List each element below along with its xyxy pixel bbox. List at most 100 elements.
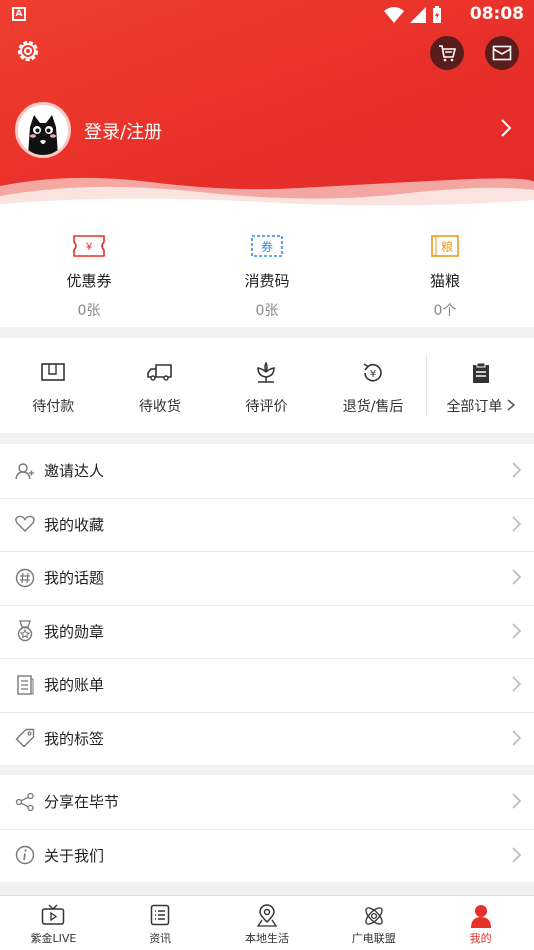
- menu-label: 我的收藏: [44, 515, 105, 534]
- menu-my-topics[interactable]: 我的话题: [0, 551, 534, 605]
- message-button[interactable]: [485, 36, 519, 70]
- tab-label: 广电联盟: [351, 932, 396, 945]
- signal-icon: [410, 7, 426, 23]
- tab-local-life[interactable]: 本地生活: [214, 896, 321, 950]
- battery-icon: [433, 6, 441, 23]
- order-label: 全部订单: [427, 396, 534, 416]
- invite-user-icon: [15, 463, 34, 479]
- order-pending-review[interactable]: 待评价: [213, 338, 320, 433]
- clipboard-icon: [472, 362, 489, 383]
- status-icons: [384, 6, 442, 24]
- menu-label: 关于我们: [44, 846, 105, 865]
- voucher-icon: 券: [251, 235, 283, 257]
- info-icon: [15, 846, 35, 865]
- cat-avatar-icon: [18, 105, 68, 155]
- stat-value: 0张: [77, 303, 101, 319]
- truck-icon: [147, 364, 172, 381]
- menu-label: 我的标签: [44, 729, 105, 748]
- menu-label: 分享在毕节: [44, 793, 120, 812]
- menu-invite-expert[interactable]: 邀请达人: [0, 444, 534, 498]
- mail-icon: [492, 45, 512, 61]
- profile-header: A 08:08 登录/注册: [0, 0, 534, 212]
- menu-share-bijie[interactable]: 分享在毕节: [0, 775, 534, 829]
- tab-label: 我的: [469, 932, 492, 945]
- app-notification-icon: A: [12, 7, 26, 21]
- order-shortcuts: 待付款 待收货 待评价 ¥ 退货/售后 全部订单: [0, 338, 534, 433]
- cat-food-icon: 粮: [431, 235, 459, 257]
- menu-label: 邀请达人: [44, 462, 105, 481]
- stat-value: 0个: [433, 303, 457, 319]
- stat-coupon[interactable]: ¥ 优惠券 0张: [0, 212, 178, 327]
- order-pending-payment[interactable]: 待付款: [0, 338, 107, 433]
- chevron-right-icon: [512, 793, 522, 809]
- coupon-icon-text: ¥: [85, 241, 93, 253]
- stat-label: 猫粮: [429, 272, 460, 290]
- coupon-icon: ¥: [73, 235, 105, 257]
- order-label: 待收货: [138, 399, 181, 415]
- order-label: 待付款: [32, 399, 75, 415]
- tag-icon: [15, 729, 35, 748]
- tab-label: 资讯: [149, 932, 172, 945]
- stat-value: 0张: [255, 303, 279, 319]
- profile-page: A 08:08 登录/注册 ¥ 优惠券 0张 券 消费码 0张 粮 猫粮 0个 …: [0, 0, 534, 950]
- user-icon: [470, 905, 491, 928]
- chevron-right-icon: [512, 676, 522, 692]
- news-icon: [150, 904, 170, 926]
- tab-label: 紫金LIVE: [30, 932, 77, 945]
- all-orders-label: 全部订单: [446, 399, 503, 415]
- tab-mine[interactable]: 我的: [427, 896, 534, 950]
- menu-my-medals[interactable]: 我的勋章: [0, 604, 534, 659]
- stat-consumption-code[interactable]: 券 消费码 0张: [178, 212, 356, 327]
- share-icon: [15, 792, 34, 811]
- menu-my-bills[interactable]: 我的账单: [0, 658, 534, 712]
- atom-icon: [365, 907, 383, 925]
- location-icon: [256, 904, 278, 927]
- tab-label: 本地生活: [244, 932, 289, 945]
- hashtag-icon: [15, 568, 35, 587]
- medal-icon: [17, 620, 33, 642]
- stat-label: 消费码: [244, 272, 290, 290]
- chevron-right-icon[interactable]: [500, 118, 512, 138]
- order-refund-aftersale[interactable]: ¥ 退货/售后: [320, 338, 427, 433]
- chevron-right-icon: [512, 846, 522, 863]
- chevron-right-icon: [512, 729, 522, 746]
- avatar[interactable]: [15, 102, 71, 158]
- order-label: 待评价: [245, 399, 288, 415]
- stat-label: 优惠券: [66, 272, 112, 290]
- stat-cat-food[interactable]: 粮 猫粮 0个: [356, 212, 534, 327]
- order-all[interactable]: 全部订单: [426, 354, 534, 416]
- profile-menu: 邀请达人 我的收藏 我的话题 我的勋章 我的账单 我的标签: [0, 444, 534, 765]
- menu-about-us[interactable]: 关于我们: [0, 828, 534, 883]
- status-bar: A 08:08: [0, 0, 534, 28]
- chevron-right-icon: [512, 622, 522, 639]
- cart-button[interactable]: [430, 36, 464, 70]
- wifi-icon: [384, 7, 404, 23]
- menu-my-favorites[interactable]: 我的收藏: [0, 497, 534, 552]
- flower-icon: [257, 362, 276, 383]
- order-label: 退货/售后: [342, 399, 404, 415]
- settings-button[interactable]: [13, 36, 47, 70]
- tab-broadcast-alliance[interactable]: 广电联盟: [320, 896, 427, 950]
- gear-icon: [17, 40, 39, 62]
- chevron-right-icon: [512, 515, 522, 532]
- bottom-tab-bar: 紫金LIVE 资讯 本地生活 广电联盟 我的: [0, 895, 534, 950]
- voucher-icon-text: 券: [261, 239, 273, 254]
- cart-icon: [439, 45, 457, 62]
- menu-label: 我的话题: [44, 569, 105, 588]
- cat-food-icon-text: 粮: [441, 239, 453, 254]
- bill-icon: [17, 675, 34, 695]
- chevron-right-icon: [507, 399, 516, 411]
- tab-zijin-live[interactable]: 紫金LIVE: [0, 896, 107, 950]
- menu-my-tags[interactable]: 我的标签: [0, 711, 534, 766]
- login-register-link[interactable]: 登录/注册: [84, 118, 162, 144]
- menu-label: 我的账单: [44, 676, 105, 695]
- header-wave: [0, 177, 534, 212]
- heart-icon: [15, 515, 35, 533]
- profile-menu-secondary: 分享在毕节 关于我们: [0, 775, 534, 882]
- status-time: 08:08: [469, 4, 524, 24]
- menu-label: 我的勋章: [44, 622, 105, 641]
- order-pending-delivery[interactable]: 待收货: [107, 338, 214, 433]
- wallet-stats: ¥ 优惠券 0张 券 消费码 0张 粮 猫粮 0个: [0, 212, 534, 327]
- wallet-icon: [41, 363, 66, 381]
- tab-news[interactable]: 资讯: [107, 896, 214, 950]
